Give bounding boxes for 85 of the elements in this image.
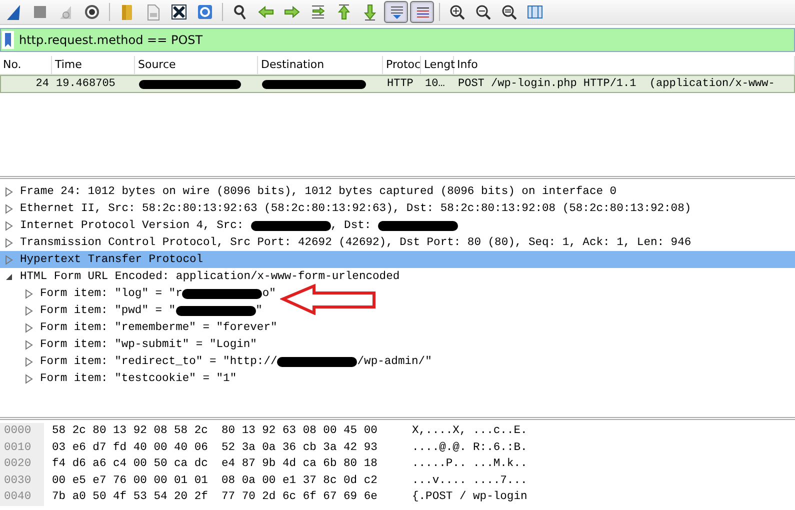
tree-row[interactable]: HTML Form URL Encoded: application/x-www-form-urlencoded [0,268,795,285]
tree-row[interactable]: Form item: "rememberme" = "forever" [0,319,795,336]
column-header[interactable]: Destination [258,56,383,74]
table-cell: 10… [425,78,445,90]
tree-row[interactable]: Internet Protocol Version 4, Src: , Dst: [0,217,795,234]
tree-row[interactable]: Form item: "pwd" = " " [0,302,795,319]
hex-offset: 0000 [0,423,44,440]
column-header[interactable]: Lengt [421,56,454,74]
collapse-triangle-icon[interactable] [4,272,14,282]
expand-triangle-icon[interactable] [24,288,34,298]
table-cell: 19.468705 [56,78,116,90]
column-header[interactable]: Info [454,56,795,74]
table-cell: POST /wp-login.php HTTP/1.1 (application/x-www- [458,78,775,90]
tree-item-text: Internet Protocol Version 4, Src: [20,220,245,232]
column-header[interactable]: Protoc [383,56,421,74]
autoscroll-button[interactable] [384,1,408,23]
zoom-out-icon [474,3,492,21]
tree-row[interactable]: Form item: "redirect_to" = "http:// /wp-admin/" [0,353,795,370]
ascii-text: ...v.... ....7... [412,474,528,487]
hex-offset: 0020 [0,456,44,472]
close-file-icon [170,3,188,21]
shark-fin-icon [5,3,23,21]
tree-item-text: Transmission Control Protocol, Src Port: 42692 (42692), Dst Port: 80 (80), Seq: 1, Ack: 1, Len: 946 [20,236,692,248]
tree-row[interactable]: Ethernet II, Src: 58:2c:80:13:92:63 (58:2c:80:13:92:63), Dst: 58:2c:80:13:92:08 (58:2c:80:13:92:08) [0,200,795,217]
table-cell: HTTP [387,78,414,90]
gear-icon [83,3,101,21]
tree-item-text: " [256,304,262,316]
left-arrow-icon [257,3,275,21]
colored-lines-button[interactable] [410,1,434,23]
zoom-reset-icon [500,3,518,21]
tree-item-text: Hypertext Transfer Protocol [20,254,204,266]
tree-row[interactable]: Form item: "wp-submit" = "Login" [0,336,795,353]
ascii-text: .....P.. ...M.k.. [412,458,528,470]
tree-item-text: Form item: "testcookie" = "1" [40,372,237,384]
right-arrow-icon [283,3,301,21]
expand-triangle-icon[interactable] [4,204,14,214]
expand-triangle-icon[interactable] [24,356,34,366]
ascii-text: X,....X, ...c..E. [412,425,528,438]
expand-triangle-icon[interactable] [24,322,34,332]
hex-bytes: 7b a0 50 4f 53 54 20 2f 77 70 2d 6c 6f 67 69 6e [52,491,378,504]
expand-triangle-icon[interactable] [4,238,14,248]
expand-triangle-icon[interactable] [4,186,14,196]
ascii-text: ....@.@. R:.6.:B. [412,442,528,454]
expand-triangle-icon[interactable] [24,374,34,384]
tree-item-text: HTML Form URL Encoded: application/x-www-form-urlencoded [20,270,400,282]
expand-triangle-icon[interactable] [4,220,14,230]
tree-row[interactable]: Transmission Control Protocol, Src Port: 42692 (42692), Dst Port: 80 (80), Seq: 1, Ack: 1, Len: 946 [0,234,795,251]
tree-item-text: /wp-admin/" [357,356,432,368]
packet-row[interactable]: 24 19.468705 HTTP 10… POST /wp-login.php HTTP/1.1 (application/x-www- [0,75,795,93]
jump-arrow-icon [309,3,327,21]
zoom-in-icon [448,3,466,21]
hex-offset: 0040 [0,489,44,506]
tree-item-text: Form item: "pwd" = " [40,304,176,316]
hex-offset: 0030 [0,472,44,489]
tree-row[interactable]: Form item: "log" = "r o" [0,285,795,302]
hex-bytes: 00 e5 e7 76 00 00 01 01 08 0a 00 e1 37 8c 0d c2 [52,474,378,487]
up-arrow-icon [335,3,353,21]
tree-item-text: Form item: "rememberme" = "forever" [40,322,278,334]
tree-item-text: Form item: "wp-submit" = "Login" [40,338,257,350]
display-filter-field[interactable]: http.request.method == POST [0,28,795,52]
down-arrow-icon [361,3,379,21]
ascii-text: {.POST / wp-login [412,491,528,504]
tree-item-text: o" [262,288,276,300]
tree-row[interactable]: Form item: "testcookie" = "1" [0,370,795,387]
tree-item-text: Frame 24: 1012 bytes on wire (8096 bits), 1012 bytes captured (8096 bits) on interface 0 [20,186,617,198]
hex-bytes: 58 2c 80 13 92 08 58 2c 80 13 92 63 08 00 45 00 [52,425,378,438]
tree-item-text: Form item: "log" = "r [40,288,182,300]
expand-triangle-icon[interactable] [24,340,34,350]
tree-item-text: Ethernet II, Src: 58:2c:80:13:92:63 (58:2c:80:13:92:63), Dst: 58:2c:80:13:92:08 (58:2c:80:13:92:08) [20,202,692,214]
hex-bytes: 03 e6 d7 fd 40 00 40 06 52 3a 0a 36 cb 3a 42 93 [52,442,378,454]
column-header[interactable]: Source [135,56,258,74]
tree-item-text: Form item: "redirect_to" = "http:// [40,356,278,368]
stop-icon [31,3,49,21]
hex-bytes: f4 d6 a6 c4 00 50 ca dc e4 87 9b 4d ca 6b 80 18 [52,458,378,470]
column-header[interactable]: No. [0,56,52,74]
column-header[interactable]: Time [52,56,135,74]
resize-columns-icon [526,3,544,21]
tree-row[interactable]: Frame 24: 1012 bytes on wire (8096 bits), 1012 bytes captured (8096 bits) on interface 0 [0,183,795,200]
bookmark-icon [1,30,15,50]
expand-triangle-icon[interactable] [24,306,34,316]
reload-icon [196,3,214,21]
selected-tree-row[interactable]: Hypertext Transfer Protocol [0,251,795,268]
table-cell: 24 [36,78,49,90]
tree-item-text: , Dst: [330,220,372,232]
hex-offset: 0010 [0,440,44,456]
